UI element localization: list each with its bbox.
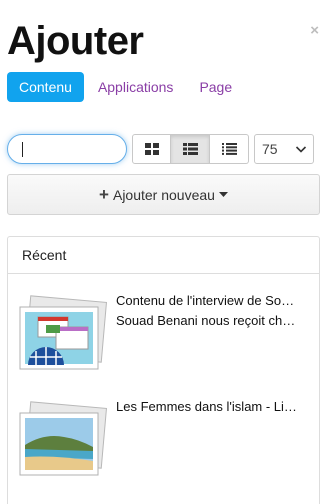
search-input[interactable] (7, 134, 127, 164)
page-size-select[interactable]: 75 (254, 134, 314, 164)
image-thumbnail-icon (19, 295, 108, 370)
add-new-label: Ajouter nouveau (112, 186, 215, 203)
list-item[interactable]: Contenu de l'interview de So… Souad Bena… (8, 291, 319, 381)
list-detail-icon (182, 143, 198, 155)
grid-view-button[interactable] (132, 134, 171, 164)
item-subtitle: Souad Benani nous reçoit ch… (116, 313, 296, 328)
list-icon (221, 143, 237, 155)
plus-icon: + (99, 184, 109, 204)
add-new-button[interactable]: + Ajouter nouveau (7, 174, 320, 215)
view-mode-group (132, 134, 249, 164)
item-title: Contenu de l'interview de So… (116, 293, 295, 308)
tab-applications[interactable]: Applications (86, 72, 186, 102)
caret-down-icon (218, 191, 228, 197)
detail-list-view-button[interactable] (171, 134, 210, 164)
tab-page[interactable]: Page (187, 72, 244, 102)
image-thumbnail-icon (19, 401, 108, 476)
text-cursor (22, 142, 23, 157)
close-icon[interactable]: × (310, 22, 319, 39)
page-size-value: 75 (262, 141, 278, 157)
chevron-down-icon (295, 146, 307, 153)
item-title: Les Femmes dans l'islam - Li… (116, 399, 297, 414)
grid-icon (144, 143, 159, 155)
list-item[interactable]: Les Femmes dans l'islam - Li… (8, 397, 319, 487)
list-view-button[interactable] (210, 134, 249, 164)
page-title: Ajouter (7, 19, 144, 63)
recent-panel: Récent Contenu de l'interview de So… Sou… (7, 236, 320, 504)
tab-bar: Contenu Applications Page (7, 72, 246, 102)
tab-contenu[interactable]: Contenu (7, 72, 84, 102)
recent-heading: Récent (8, 237, 319, 274)
